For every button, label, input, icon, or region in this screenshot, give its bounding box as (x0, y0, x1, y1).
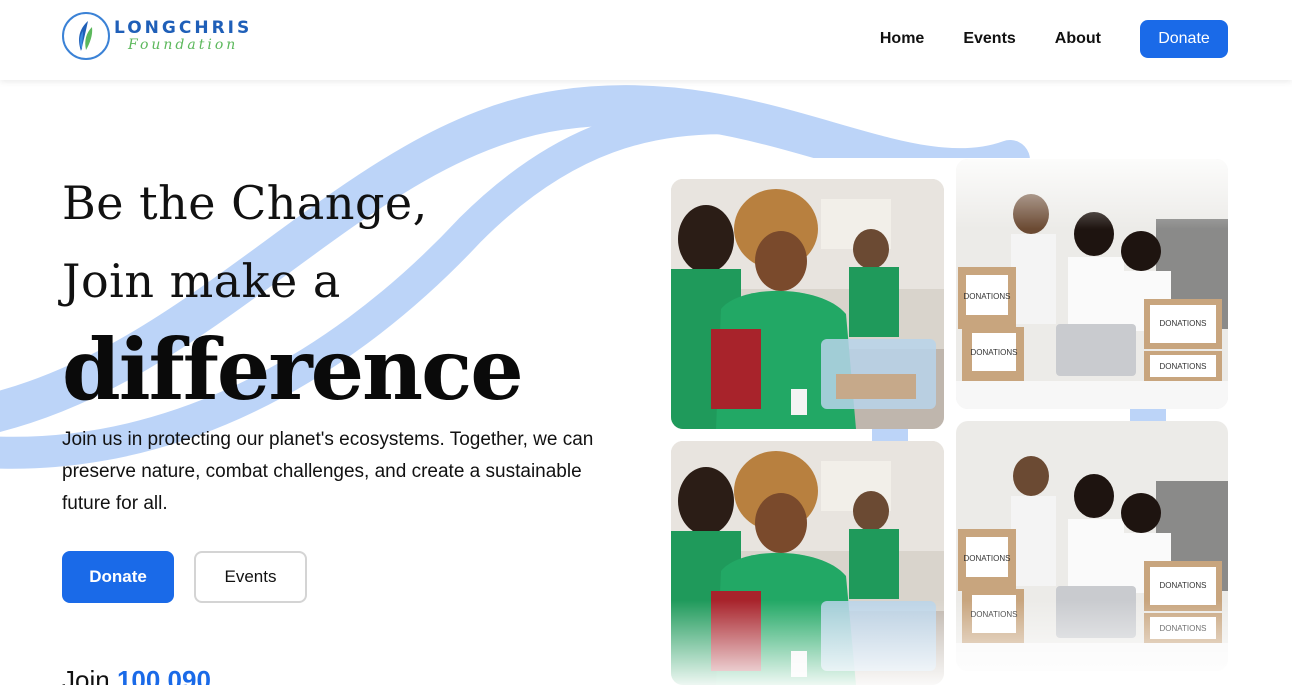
main-nav: Home Events About Donate (880, 20, 1228, 58)
hero-donate-button[interactable]: Donate (62, 551, 174, 603)
hero-line-3: difference (62, 320, 524, 419)
nav-about-link[interactable]: About (1055, 20, 1101, 58)
donations-box-label: DONATIONS (964, 292, 1011, 301)
donations-box-label: DONATIONS (971, 348, 1018, 357)
donations-box-label: DONATIONS (1160, 319, 1207, 328)
hero-heading: Be the Change, Join make a difference (62, 176, 524, 419)
donations-box-label: DONATIONS (1160, 581, 1207, 590)
nav-events-link[interactable]: Events (963, 20, 1015, 58)
gallery-fade-bottom (660, 600, 1240, 685)
wave-fragment (872, 429, 908, 441)
join-counter: Join 100,090 (62, 665, 211, 685)
nav-home-link[interactable]: Home (880, 20, 924, 58)
volunteer-photo-1 (671, 179, 944, 429)
hero-description: Join us in protecting our planet's ecosy… (62, 429, 594, 514)
gallery-fade-top (956, 159, 1228, 229)
donations-box-label: DONATIONS (964, 554, 1011, 563)
brand-name: LONGCHRIS (114, 18, 253, 38)
hero-events-button[interactable]: Events (194, 551, 307, 603)
flame-leaf-icon (62, 12, 110, 60)
hero-cta-group: Donate Events (62, 551, 307, 603)
hero-line-1: Be the Change, (62, 176, 428, 230)
join-prefix: Join (62, 665, 110, 685)
nav-donate-button[interactable]: Donate (1140, 20, 1228, 58)
wave-fragment (1130, 409, 1166, 421)
brand-tagline: Foundation (128, 37, 239, 53)
site-header: LONGCHRIS Foundation Home Events About D… (0, 0, 1292, 80)
logo[interactable]: LONGCHRIS Foundation (62, 12, 252, 60)
donations-box-label: DONATIONS (1160, 362, 1207, 371)
join-count: 100,090 (116, 665, 211, 685)
